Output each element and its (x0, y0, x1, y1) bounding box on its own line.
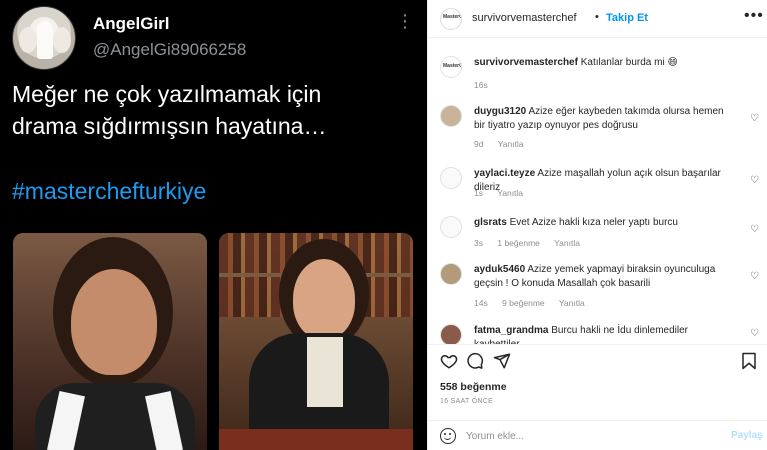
reply-button[interactable]: Yanıtla (559, 298, 585, 308)
tweet-text: Meğer ne çok yazılmamak için drama sığdı… (12, 81, 327, 139)
tweet-photo-left (13, 233, 207, 450)
add-comment-bar: Paylaş (428, 420, 767, 450)
commenter-avatar[interactable] (440, 324, 462, 344)
tweet-author-name: AngelGirl (93, 14, 170, 33)
comment-icon[interactable] (466, 352, 484, 370)
tweet-more-icon: ⋮ (396, 11, 414, 31)
post-time: 16 SAAT ÖNCE (440, 398, 494, 405)
emoji-icon[interactable] (440, 428, 456, 444)
comment-like-heart-icon[interactable]: ♡ (750, 328, 759, 339)
comment-list[interactable]: MasterChef survivorvemasterchef Katılanl… (428, 39, 767, 344)
comment-username[interactable]: ayduk5460 (474, 264, 525, 275)
comment-time: 1s (474, 188, 483, 198)
likes-count[interactable]: 558 beğenme (440, 381, 507, 393)
commenter-avatar[interactable] (440, 216, 462, 238)
more-icon[interactable]: ••• (744, 7, 764, 25)
comment-text: Evet Azize hakli kıza neler yaptı burcu (509, 217, 678, 228)
caption-text: Katılanlar burda mi 😄 (580, 57, 678, 68)
comment-like-heart-icon[interactable]: ♡ (750, 224, 759, 235)
comment-like-heart-icon[interactable]: ♡ (750, 113, 759, 124)
caption-username[interactable]: survivorvemasterchef (474, 57, 578, 68)
post-panel: MasterChef survivorvemasterchef • Takip … (427, 0, 767, 450)
tweet-avatar (12, 6, 76, 70)
reply-button[interactable]: Yanıtla (498, 139, 524, 149)
comment-time: 9d (474, 139, 484, 149)
tweet-hashtag: #masterchefturkiye (12, 178, 207, 204)
post-comment-button[interactable]: Paylaş (731, 430, 763, 441)
comment-username[interactable]: fatma_grandma (474, 325, 548, 336)
post-header: MasterChef survivorvemasterchef • Takip … (428, 0, 767, 38)
reply-button[interactable]: Yanıtla (497, 188, 523, 198)
comment-username[interactable]: duygu3120 (474, 106, 526, 117)
comment-username[interactable]: glsrats (474, 217, 507, 228)
post-image[interactable]: AngelGirl @AngelGi89066258 ⋮ Meğer ne ço… (0, 0, 427, 450)
separator-dot: • (595, 11, 599, 23)
comment-username[interactable]: yaylaci.teyze (474, 168, 535, 179)
bookmark-icon[interactable] (741, 352, 757, 370)
comment-like-heart-icon[interactable]: ♡ (750, 175, 759, 186)
author-username[interactable]: survivorvemasterchef (472, 12, 577, 24)
reply-button[interactable]: Yanıtla (554, 238, 580, 248)
caption-time: 16s (474, 80, 488, 90)
follow-button[interactable]: Takip Et (606, 12, 648, 24)
tweet-photo-right (219, 233, 413, 450)
author-avatar-small[interactable]: MasterChef (440, 56, 462, 78)
comment-likes[interactable]: 9 beğenme (502, 298, 545, 308)
share-icon[interactable] (493, 352, 511, 370)
heart-icon[interactable] (440, 352, 458, 370)
comment-input[interactable] (466, 425, 706, 447)
commenter-avatar[interactable] (440, 167, 462, 189)
author-avatar[interactable]: MasterChef (440, 8, 462, 30)
commenter-avatar[interactable] (440, 105, 462, 127)
comment-like-heart-icon[interactable]: ♡ (750, 271, 759, 282)
comment-time: 3s (474, 238, 483, 248)
commenter-avatar[interactable] (440, 263, 462, 285)
tweet-author-handle: @AngelGi89066258 (93, 40, 247, 59)
comment-time: 14s (474, 298, 488, 308)
comment-likes[interactable]: 1 beğenme (497, 238, 540, 248)
